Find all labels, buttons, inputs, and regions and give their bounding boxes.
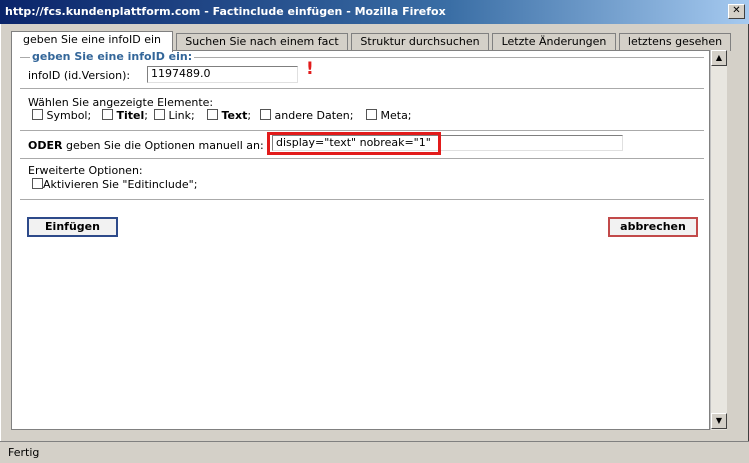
checkbox-icon[interactable] <box>154 109 165 120</box>
checkbox-icon[interactable] <box>366 109 377 120</box>
cancel-button[interactable]: abbrechen <box>608 217 698 237</box>
divider <box>20 199 704 200</box>
tab-recently-viewed[interactable]: letztens gesehen <box>619 33 731 51</box>
checkbox-icon[interactable] <box>32 178 43 189</box>
divider <box>20 88 704 89</box>
manual-options-label: ODER geben Sie die Optionen manuell an: <box>28 139 264 152</box>
divider <box>20 158 704 159</box>
highlight-box <box>267 132 441 155</box>
tab-structure[interactable]: Struktur durchsuchen <box>351 33 489 51</box>
checkbox-icon[interactable] <box>260 109 271 120</box>
checkbox-icon[interactable] <box>32 109 43 120</box>
vertical-scrollbar[interactable]: ▲ ▼ <box>710 50 727 430</box>
checkbox-icon[interactable] <box>207 109 218 120</box>
statusbar: Fertig <box>0 441 749 463</box>
checkbox-titel[interactable]: Titel; <box>102 109 148 122</box>
checkbox-link[interactable]: Link; <box>154 109 195 122</box>
close-icon[interactable]: ✕ <box>728 4 745 19</box>
advanced-options-label: Erweiterte Optionen: <box>28 164 143 177</box>
checkbox-editinclude[interactable]: Aktivieren Sie "Editinclude"; <box>32 178 197 191</box>
insert-button[interactable]: Einfügen <box>27 217 118 237</box>
tab-search-fact[interactable]: Suchen Sie nach einem fact <box>176 33 348 51</box>
tab-infoid[interactable]: geben Sie eine infoID ein <box>11 31 173 52</box>
checkbox-meta[interactable]: Meta; <box>366 109 412 122</box>
window-title: http://fcs.kundenplattform.com - Factinc… <box>5 5 446 18</box>
divider <box>20 130 704 131</box>
elements-label: Wählen Sie angezeigte Elemente: <box>28 96 214 109</box>
status-text: Fertig <box>8 446 40 459</box>
scroll-down-icon[interactable]: ▼ <box>711 413 727 429</box>
scroll-up-icon[interactable]: ▲ <box>711 50 727 66</box>
tab-panel: geben Sie eine infoID ein: infoID (id.Ve… <box>11 50 710 430</box>
tab-recent-changes[interactable]: Letzte Änderungen <box>492 33 616 51</box>
checkbox-text[interactable]: Text; <box>207 109 251 122</box>
fieldset-legend: geben Sie eine infoID ein: <box>30 50 195 63</box>
checkbox-icon[interactable] <box>102 109 113 120</box>
infoid-input[interactable]: 1197489.0 <box>147 66 298 83</box>
required-icon: ! <box>306 59 314 79</box>
checkbox-andere-daten[interactable]: andere Daten; <box>260 109 353 122</box>
window-titlebar: http://fcs.kundenplattform.com - Factinc… <box>0 0 749 24</box>
infoid-label: infoID (id.Version): <box>28 69 131 82</box>
checkbox-symbol[interactable]: Symbol; <box>32 109 91 122</box>
